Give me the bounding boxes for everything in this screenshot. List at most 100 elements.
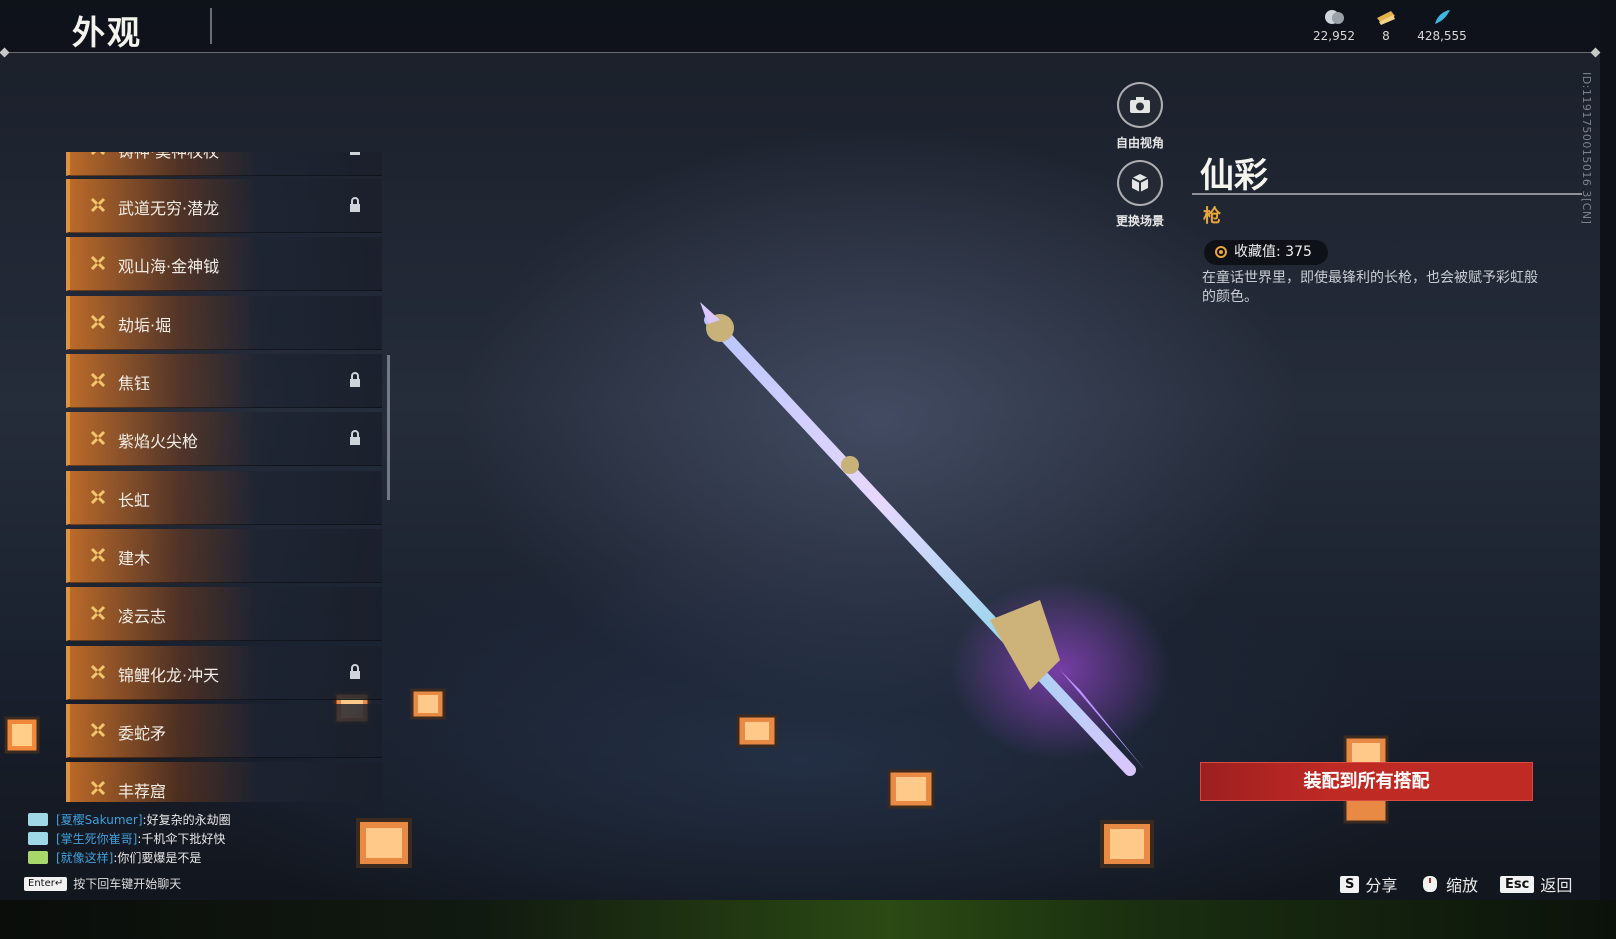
list-item-label: 委蛇矛 xyxy=(118,724,167,743)
list-item-label: 凌云志 xyxy=(118,607,167,626)
list-item-label: 劫垢·堀 xyxy=(118,316,172,335)
cross-emblem-icon xyxy=(90,372,106,388)
page-title: 外观 xyxy=(72,13,142,52)
cross-emblem-icon xyxy=(90,197,106,213)
mouse-icon xyxy=(1423,876,1437,892)
back-hint[interactable]: Esc 返回 xyxy=(1500,872,1572,896)
lantern-decoration xyxy=(356,818,412,868)
free-view-label: 自由视角 xyxy=(1115,136,1164,150)
enter-key: Enter↵ xyxy=(24,876,68,891)
item-type: 枪 xyxy=(1203,206,1221,227)
spear-model xyxy=(700,302,1170,776)
chat-input-hint[interactable]: Enter↵ 按下回车键开始聊天 xyxy=(24,875,181,892)
equip-all-button[interactable]: 装配到所有搭配 xyxy=(1200,762,1533,801)
cross-emblem-icon xyxy=(90,430,106,446)
collection-label: 收藏值: xyxy=(1234,244,1281,260)
coin-count: 22,952 xyxy=(1313,29,1355,43)
coin-icon xyxy=(1325,10,1344,24)
chat-message: [掌生死你崔哥] :千机伞下批好快 xyxy=(28,829,231,848)
cross-emblem-icon xyxy=(90,255,106,271)
list-item[interactable]: 丰荐窟 xyxy=(66,762,382,802)
chat-channel-icon xyxy=(28,813,48,826)
chat-sender[interactable]: [就像这样] xyxy=(56,849,113,866)
esc-key: Esc xyxy=(1500,875,1535,893)
item-name: 仙彩 xyxy=(1200,156,1268,196)
chat-channel-icon xyxy=(28,851,48,864)
change-scene-button[interactable]: 更换场景 xyxy=(1100,160,1180,229)
collection-number: 375 xyxy=(1285,244,1312,260)
list-item[interactable]: 凌云志 xyxy=(66,587,382,641)
chat-sender[interactable]: [掌生死你崔哥] xyxy=(56,830,137,847)
lock-icon xyxy=(350,372,360,387)
share-hint[interactable]: S 分享 xyxy=(1340,872,1397,896)
name-divider xyxy=(1192,193,1582,195)
chat-log: [夏樱Sakumer] :好复杂的永劫圈 [掌生死你崔哥] :千机伞下批好快 [… xyxy=(28,810,231,867)
list-item[interactable]: 铸神·莫神权杖 xyxy=(66,152,382,176)
chat-message: [就像这样] :你们要爆是不是 xyxy=(28,848,231,867)
currency-feathers: 428,555 xyxy=(1412,8,1472,43)
list-item[interactable]: 武道无穷·潜龙 xyxy=(66,179,382,233)
lantern-decoration xyxy=(410,688,446,720)
chat-channel-icon xyxy=(28,832,48,845)
camera-icon xyxy=(1117,82,1163,128)
list-item-label: 观山海·金神钺 xyxy=(118,257,220,276)
list-item[interactable]: 锦鲤化龙·冲天 xyxy=(66,646,382,700)
share-label: 分享 xyxy=(1365,876,1398,895)
list-item[interactable]: 委蛇矛 xyxy=(66,704,382,758)
list-item-label: 丰荐窟 xyxy=(118,782,167,801)
player-id: ID:1191750015016 3[CN] xyxy=(1580,72,1593,225)
list-item-label: 长虹 xyxy=(118,491,151,510)
currency-tickets: 8 xyxy=(1356,8,1416,43)
cross-emblem-icon xyxy=(90,605,106,621)
chat-sender[interactable]: [夏樱Sakumer] xyxy=(56,811,143,828)
list-item[interactable]: 紫焰火尖枪 xyxy=(66,412,382,466)
ticket-icon xyxy=(1377,11,1395,25)
change-scene-label: 更换场景 xyxy=(1115,214,1164,228)
collection-value-badge: 收藏值: 375 xyxy=(1204,240,1328,265)
ticket-count: 8 xyxy=(1382,29,1390,43)
list-item-label: 紫焰火尖枪 xyxy=(118,432,199,451)
list-scrollbar[interactable] xyxy=(387,355,390,500)
list-item-label: 焦钰 xyxy=(118,374,151,393)
lock-icon xyxy=(350,664,360,679)
desktop-background xyxy=(0,900,1616,939)
lantern-decoration xyxy=(1100,820,1154,868)
window-edge xyxy=(1600,0,1616,900)
list-item-label: 武道无穷·潜龙 xyxy=(118,199,220,218)
zoom-hint[interactable]: 缩放 xyxy=(1420,872,1478,896)
appearance-list[interactable]: 铸神·莫神权杖 武道无穷·潜龙 观山海·金神钺 劫垢·堀 焦钰 紫焰火尖枪 长虹… xyxy=(66,152,386,802)
list-item-label: 锦鲤化龙·冲天 xyxy=(118,666,220,685)
list-item-label: 建木 xyxy=(118,549,151,568)
cross-emblem-icon xyxy=(90,664,106,680)
currency-coins: 22,952 xyxy=(1304,8,1364,43)
share-key: S xyxy=(1340,875,1360,893)
list-item-label: 铸神·莫神权杖 xyxy=(118,152,219,162)
list-item[interactable]: 观山海·金神钺 xyxy=(66,237,382,291)
back-label: 返回 xyxy=(1540,876,1573,895)
list-item[interactable]: 长虹 xyxy=(66,471,382,525)
list-item[interactable]: 劫垢·堀 xyxy=(66,296,382,350)
cross-emblem-icon xyxy=(90,314,106,330)
cross-emblem-icon xyxy=(90,152,106,156)
chat-message: [夏樱Sakumer] :好复杂的永劫圈 xyxy=(28,810,231,829)
collection-icon xyxy=(1215,246,1227,258)
cross-emblem-icon xyxy=(90,547,106,563)
list-item[interactable]: 焦钰 xyxy=(66,354,382,408)
lock-icon xyxy=(350,430,360,445)
header-divider xyxy=(6,52,1600,53)
cross-emblem-icon xyxy=(90,780,106,796)
item-description: 在童话世界里，即使最锋利的长枪，也会被赋予彩虹般的颜色。 xyxy=(1202,270,1538,305)
zoom-label: 缩放 xyxy=(1446,876,1479,895)
cross-emblem-icon xyxy=(90,722,106,738)
lock-icon xyxy=(350,152,360,155)
title-separator xyxy=(210,8,212,44)
lock-icon xyxy=(350,197,360,212)
feather-count: 428,555 xyxy=(1417,29,1467,43)
chat-text: :千机伞下批好快 xyxy=(137,832,226,846)
feather-icon xyxy=(1435,10,1450,24)
lantern-decoration xyxy=(4,716,40,754)
chat-text: :你们要爆是不是 xyxy=(113,851,202,865)
list-item[interactable]: 建木 xyxy=(66,529,382,583)
chat-hint-text: 按下回车键开始聊天 xyxy=(73,877,182,891)
free-view-button[interactable]: 自由视角 xyxy=(1100,82,1180,151)
